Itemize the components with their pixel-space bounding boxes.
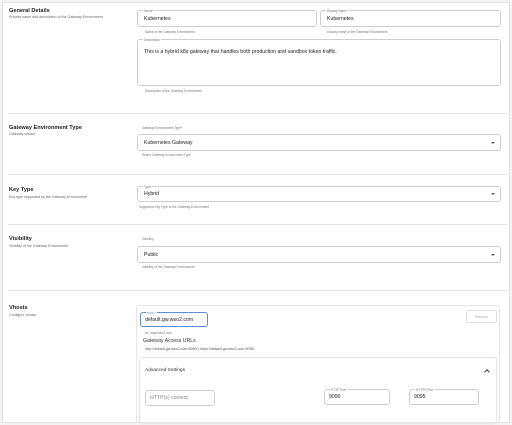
section-desc-key-type: Key type supported by the Gateway Enviro… (9, 195, 88, 199)
visibility-label: Visibility (142, 237, 154, 241)
env-type-select[interactable]: Kubernetes Gateway (137, 134, 501, 151)
name-input[interactable]: Name* Kubernetes (137, 9, 317, 27)
key-type-label: Type (143, 185, 152, 189)
section-title-vhosts: Vhosts (9, 305, 28, 311)
https-port-input[interactable]: HTTPS Port 9095 (409, 388, 479, 405)
context-input[interactable]: HTTP(s) context (145, 390, 215, 406)
host-input[interactable]: Host * default.gw.wso2.com (140, 311, 208, 327)
remove-button[interactable]: Remove (466, 310, 497, 323)
visibility-helper: Visibility of the Gateway Environment (142, 265, 195, 269)
key-type-helper: Supported Key Type of the Gateway Enviro… (139, 205, 209, 209)
name-helper: Name of the Gateway Environment (145, 30, 195, 34)
http-port-value: 9090 (329, 394, 341, 400)
divider (8, 290, 508, 291)
env-type-label: Gateway Environment Type* (142, 126, 183, 130)
section-desc-env-type: Gateway vendor (9, 132, 36, 136)
https-port-label: HTTPS Port (415, 388, 435, 392)
section-title-key-type: Key Type (9, 187, 34, 193)
section-desc-vhosts: Configure vhosts (9, 313, 36, 317)
context-placeholder: HTTP(s) context (150, 395, 188, 401)
divider (8, 113, 508, 114)
description-value: This is a hybrid k8s gateway that handle… (144, 49, 337, 55)
divider (8, 174, 508, 175)
https-port-value: 9095 (414, 394, 426, 400)
display-name-label: Display Name (326, 9, 348, 13)
display-name-input[interactable]: Display Name Kubernetes (320, 9, 501, 27)
host-value: default.gw.wso2.com (145, 317, 194, 323)
chevron-down-icon (491, 142, 495, 144)
name-value: Kubernetes (144, 16, 171, 22)
access-urls-title: Gateway Access URLs (143, 338, 196, 344)
chevron-down-icon (491, 193, 495, 195)
host-helper: ex: mgw.wso2.com (145, 331, 172, 335)
http-port-label: HTTP Port (330, 388, 347, 392)
chevron-down-icon (491, 254, 495, 256)
display-name-value: Kubernetes (327, 16, 354, 22)
key-type-select[interactable]: Type Hybrid (137, 185, 501, 202)
description-label: Description (143, 38, 161, 42)
section-desc-visibility: Visibility of the Gateway Environment (9, 244, 69, 248)
http-port-input[interactable]: HTTP Port 9090 (324, 388, 390, 405)
description-textarea[interactable]: Description This is a hybrid k8s gateway… (137, 38, 501, 86)
access-urls: http://default.gw.wso2.com:9090/ | https… (145, 347, 255, 351)
name-label: Name* (143, 9, 155, 13)
section-desc-general: Provide name and description of the Gate… (9, 15, 103, 19)
host-label: Host * (146, 311, 157, 315)
divider (8, 224, 508, 225)
section-title-env-type: Gateway Environment Type (9, 125, 82, 131)
section-title-general: General Details (9, 8, 50, 14)
visibility-value: Public (144, 252, 159, 258)
description-helper: Description of the Gateway Environment (145, 89, 203, 93)
visibility-select[interactable]: Public (137, 246, 501, 263)
env-type-helper: Select Gateway Environment Type (142, 153, 191, 157)
section-title-visibility: Visibility (9, 236, 32, 242)
display-name-helper: Display name of the Gateway Environment (327, 30, 388, 34)
key-type-value: Hybrid (144, 191, 159, 197)
advanced-settings-title[interactable]: Advanced Settings (145, 368, 185, 373)
env-type-value: Kubernetes Gateway (144, 140, 193, 146)
